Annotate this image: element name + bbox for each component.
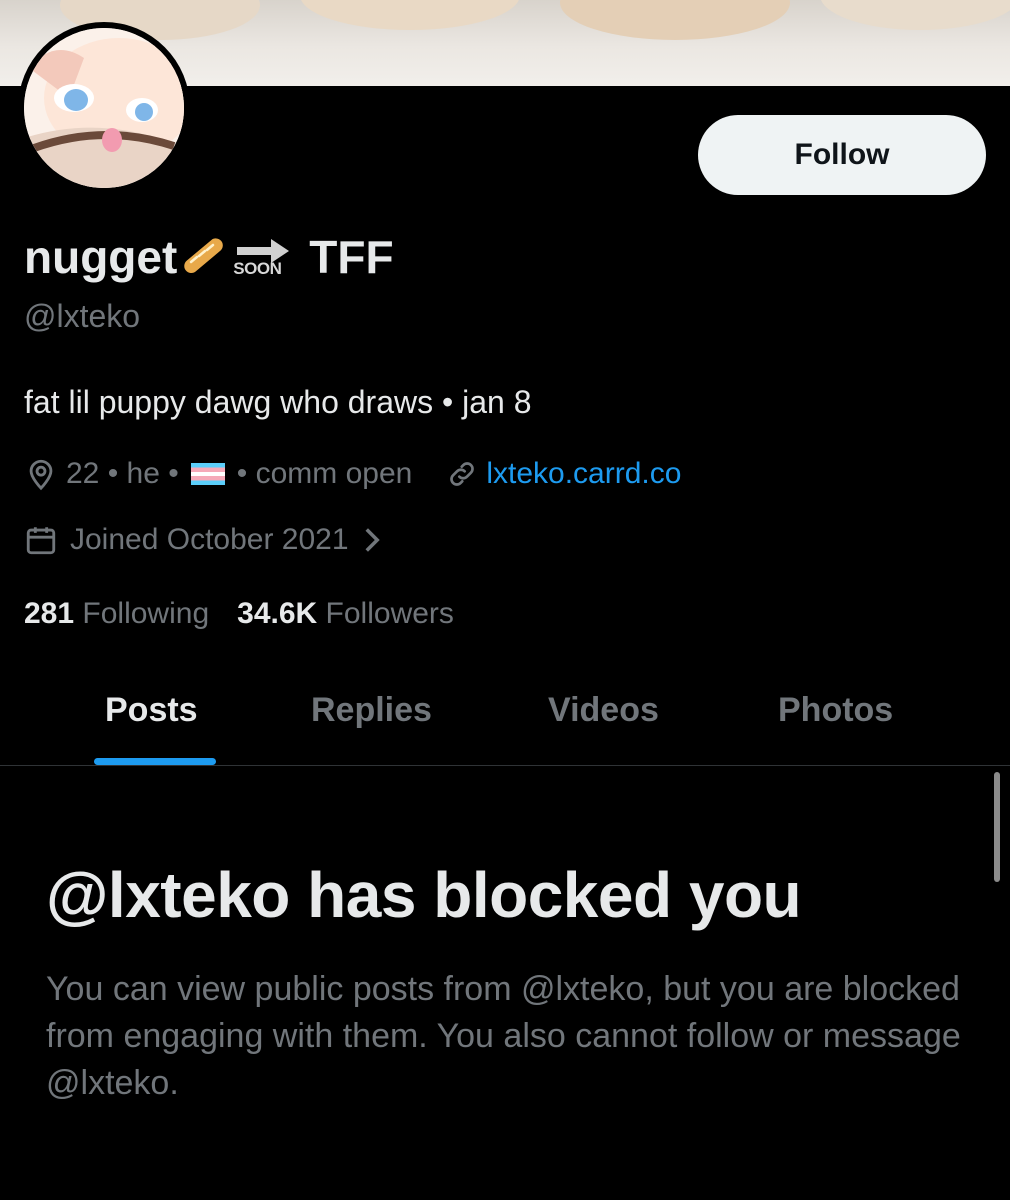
- joined-date: Joined October 2021: [70, 523, 349, 556]
- followers-label: Followers: [325, 597, 454, 630]
- profile-location: 22 • he •: [66, 457, 179, 490]
- profile-location-extra: • comm open: [236, 457, 413, 490]
- display-name-row: nugget SOON TFF: [24, 222, 394, 292]
- followers-link[interactable]: 34.6K Followers: [237, 597, 454, 631]
- following-link[interactable]: 281 Following: [24, 597, 209, 631]
- following-label: Following: [82, 597, 210, 630]
- trans-flag-emoji: [190, 463, 225, 485]
- joined-row[interactable]: Joined October 2021: [24, 518, 383, 562]
- blocked-title: @lxteko has blocked you: [46, 859, 802, 931]
- soon-label: SOON: [233, 259, 282, 278]
- profile-website-link[interactable]: lxteko.carrd.co: [486, 457, 681, 491]
- location-pin-icon: [24, 457, 58, 491]
- calendar-icon: [24, 523, 58, 557]
- profile-avatar[interactable]: [18, 22, 190, 194]
- tab-posts[interactable]: Posts: [105, 680, 198, 740]
- link-icon: [446, 458, 478, 490]
- profile-tabs: Posts Replies Videos Photos: [0, 680, 1010, 766]
- display-name: nugget: [24, 231, 178, 283]
- tab-videos[interactable]: Videos: [548, 680, 659, 740]
- following-count: 281: [24, 597, 75, 630]
- tabs-divider: [0, 765, 1010, 766]
- follow-button[interactable]: Follow: [698, 115, 986, 195]
- profile-meta-row: 22 • he • • comm open lxteko.carrd.co: [24, 452, 681, 496]
- active-tab-indicator: [94, 758, 216, 765]
- avatar-image: [24, 28, 184, 188]
- follow-counts-row: 281 Following 34.6K Followers: [24, 592, 454, 636]
- scrollbar[interactable]: [994, 772, 1000, 882]
- display-name-suffix: TFF: [309, 231, 394, 283]
- blocked-description: You can view public posts from @lxteko, …: [46, 970, 961, 1102]
- tab-photos[interactable]: Photos: [778, 680, 893, 740]
- profile-handle: @lxteko: [24, 298, 141, 334]
- chevron-right-icon: [361, 526, 383, 554]
- soon-arrow-emoji: SOON: [231, 229, 297, 285]
- followers-count: 34.6K: [237, 597, 318, 630]
- profile-bio: fat lil puppy dawg who draws • jan 8: [24, 384, 532, 420]
- baguette-bread-emoji: [177, 232, 227, 282]
- tab-replies[interactable]: Replies: [311, 680, 432, 740]
